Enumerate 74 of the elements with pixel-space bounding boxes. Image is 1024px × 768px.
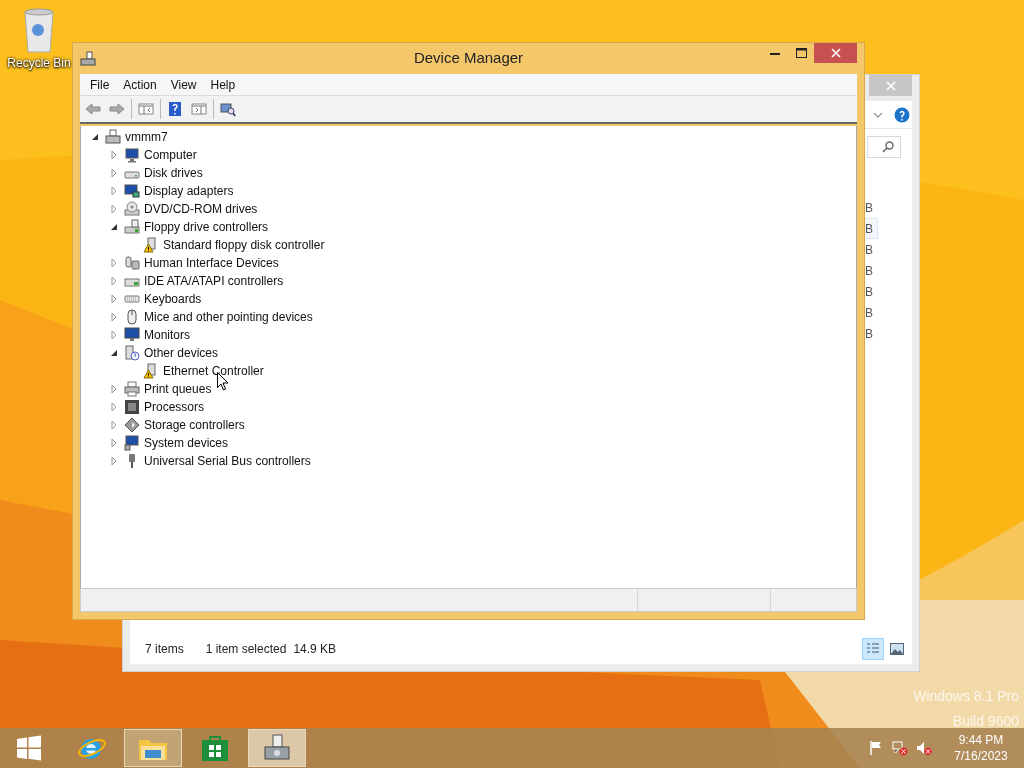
search-field[interactable]	[867, 136, 901, 158]
maximize-icon	[795, 48, 807, 58]
speaker-muted-icon[interactable]	[916, 740, 932, 756]
monitor-icon	[124, 147, 140, 163]
device-manager-icon	[262, 733, 292, 763]
window-title: Device Manager	[413, 48, 524, 69]
close-icon	[885, 80, 896, 91]
tree-item-label[interactable]: Monitors	[144, 326, 190, 344]
menu-item[interactable]: File	[83, 75, 117, 94]
device-manager-button[interactable]	[248, 729, 306, 767]
tree-item-label[interactable]: DVD/CD-ROM drives	[144, 200, 258, 218]
panel-icon	[191, 101, 207, 117]
windows-logo-icon	[16, 735, 42, 761]
details-view-icon	[866, 642, 880, 656]
panel-icon	[138, 101, 154, 117]
clock-date: 7/16/2023	[954, 748, 1008, 764]
network-error-icon[interactable]	[892, 740, 908, 756]
tree-item-label[interactable]: Universal Serial Bus controllers	[144, 452, 311, 470]
tree-item-label[interactable]: vmmm7	[125, 128, 168, 146]
tree-item-label[interactable]: Human Interface Devices	[144, 254, 279, 272]
help-icon[interactable]	[894, 106, 910, 123]
tree-item-label[interactable]: Computer	[144, 146, 197, 164]
tree-item-label[interactable]: Mice and other pointing devices	[144, 308, 313, 326]
tree-item-label[interactable]: IDE ATA/ATAPI controllers	[144, 272, 284, 290]
image-icon	[890, 643, 904, 655]
chip-icon	[124, 399, 140, 415]
disc-icon	[124, 201, 140, 217]
menu-item[interactable]: View	[163, 75, 204, 94]
tree-item-label[interactable]: Print queues	[144, 380, 212, 398]
item-count: 7 items	[145, 641, 184, 658]
device-manager-icon	[80, 50, 96, 67]
scan-monitor-icon	[220, 101, 236, 117]
close-icon	[830, 48, 841, 58]
tree-item-label[interactable]: Keyboards	[144, 290, 202, 308]
tree-item-label[interactable]: Standard floppy disk controller	[163, 236, 325, 254]
drive-icon	[124, 219, 140, 235]
right-arrow-icon	[109, 101, 125, 117]
mouse-icon	[124, 309, 140, 325]
monitor-icon	[124, 183, 140, 199]
flag-icon[interactable]	[868, 740, 884, 756]
size-cell-text: B	[864, 304, 874, 322]
recycle-bin-icon[interactable]	[21, 6, 57, 54]
tree-item-label[interactable]: Storage controllers	[144, 416, 245, 434]
tree-item-label[interactable]: Other devices	[144, 344, 219, 362]
clock-time: 9:44 PM	[958, 732, 1004, 748]
computer-icon	[105, 129, 121, 145]
tree-item-label[interactable]: System devices	[144, 434, 229, 452]
menu-item[interactable]: Action	[116, 75, 164, 94]
monitor-icon	[124, 435, 140, 451]
size-cell-text: B	[864, 241, 874, 259]
selection-size: 14.9 KB	[293, 641, 337, 658]
help-icon	[167, 101, 183, 117]
tree-item-label[interactable]: Disk drives	[144, 164, 203, 182]
tree-item-label[interactable]: Display adapters	[144, 182, 234, 200]
left-arrow-icon	[85, 101, 101, 117]
os-version-text: Windows 8.1 Pro	[913, 687, 1019, 706]
size-cell-text: B	[864, 283, 874, 301]
size-cell-text: B	[864, 199, 874, 217]
size-cell-text: B	[864, 262, 874, 280]
shopping-bag-icon	[201, 734, 229, 762]
device-icon	[124, 255, 140, 271]
storage-icon	[124, 417, 140, 433]
unknown-device-icon	[124, 345, 140, 361]
printer-icon	[124, 381, 140, 397]
size-cell-text: B	[864, 325, 874, 343]
search-icon	[882, 141, 894, 153]
selection-status: 1 item selected	[205, 641, 287, 658]
monitor-icon	[124, 327, 140, 343]
os-version-text: Build 9600	[952, 712, 1019, 731]
tree-item-label[interactable]: Floppy drive controllers	[144, 218, 269, 236]
tree-item-label[interactable]: Ethernet Controller	[163, 362, 264, 380]
file-explorer-button[interactable]	[124, 729, 182, 767]
menu-item[interactable]: Help	[203, 75, 243, 94]
tree-item-label[interactable]: Processors	[144, 398, 205, 416]
